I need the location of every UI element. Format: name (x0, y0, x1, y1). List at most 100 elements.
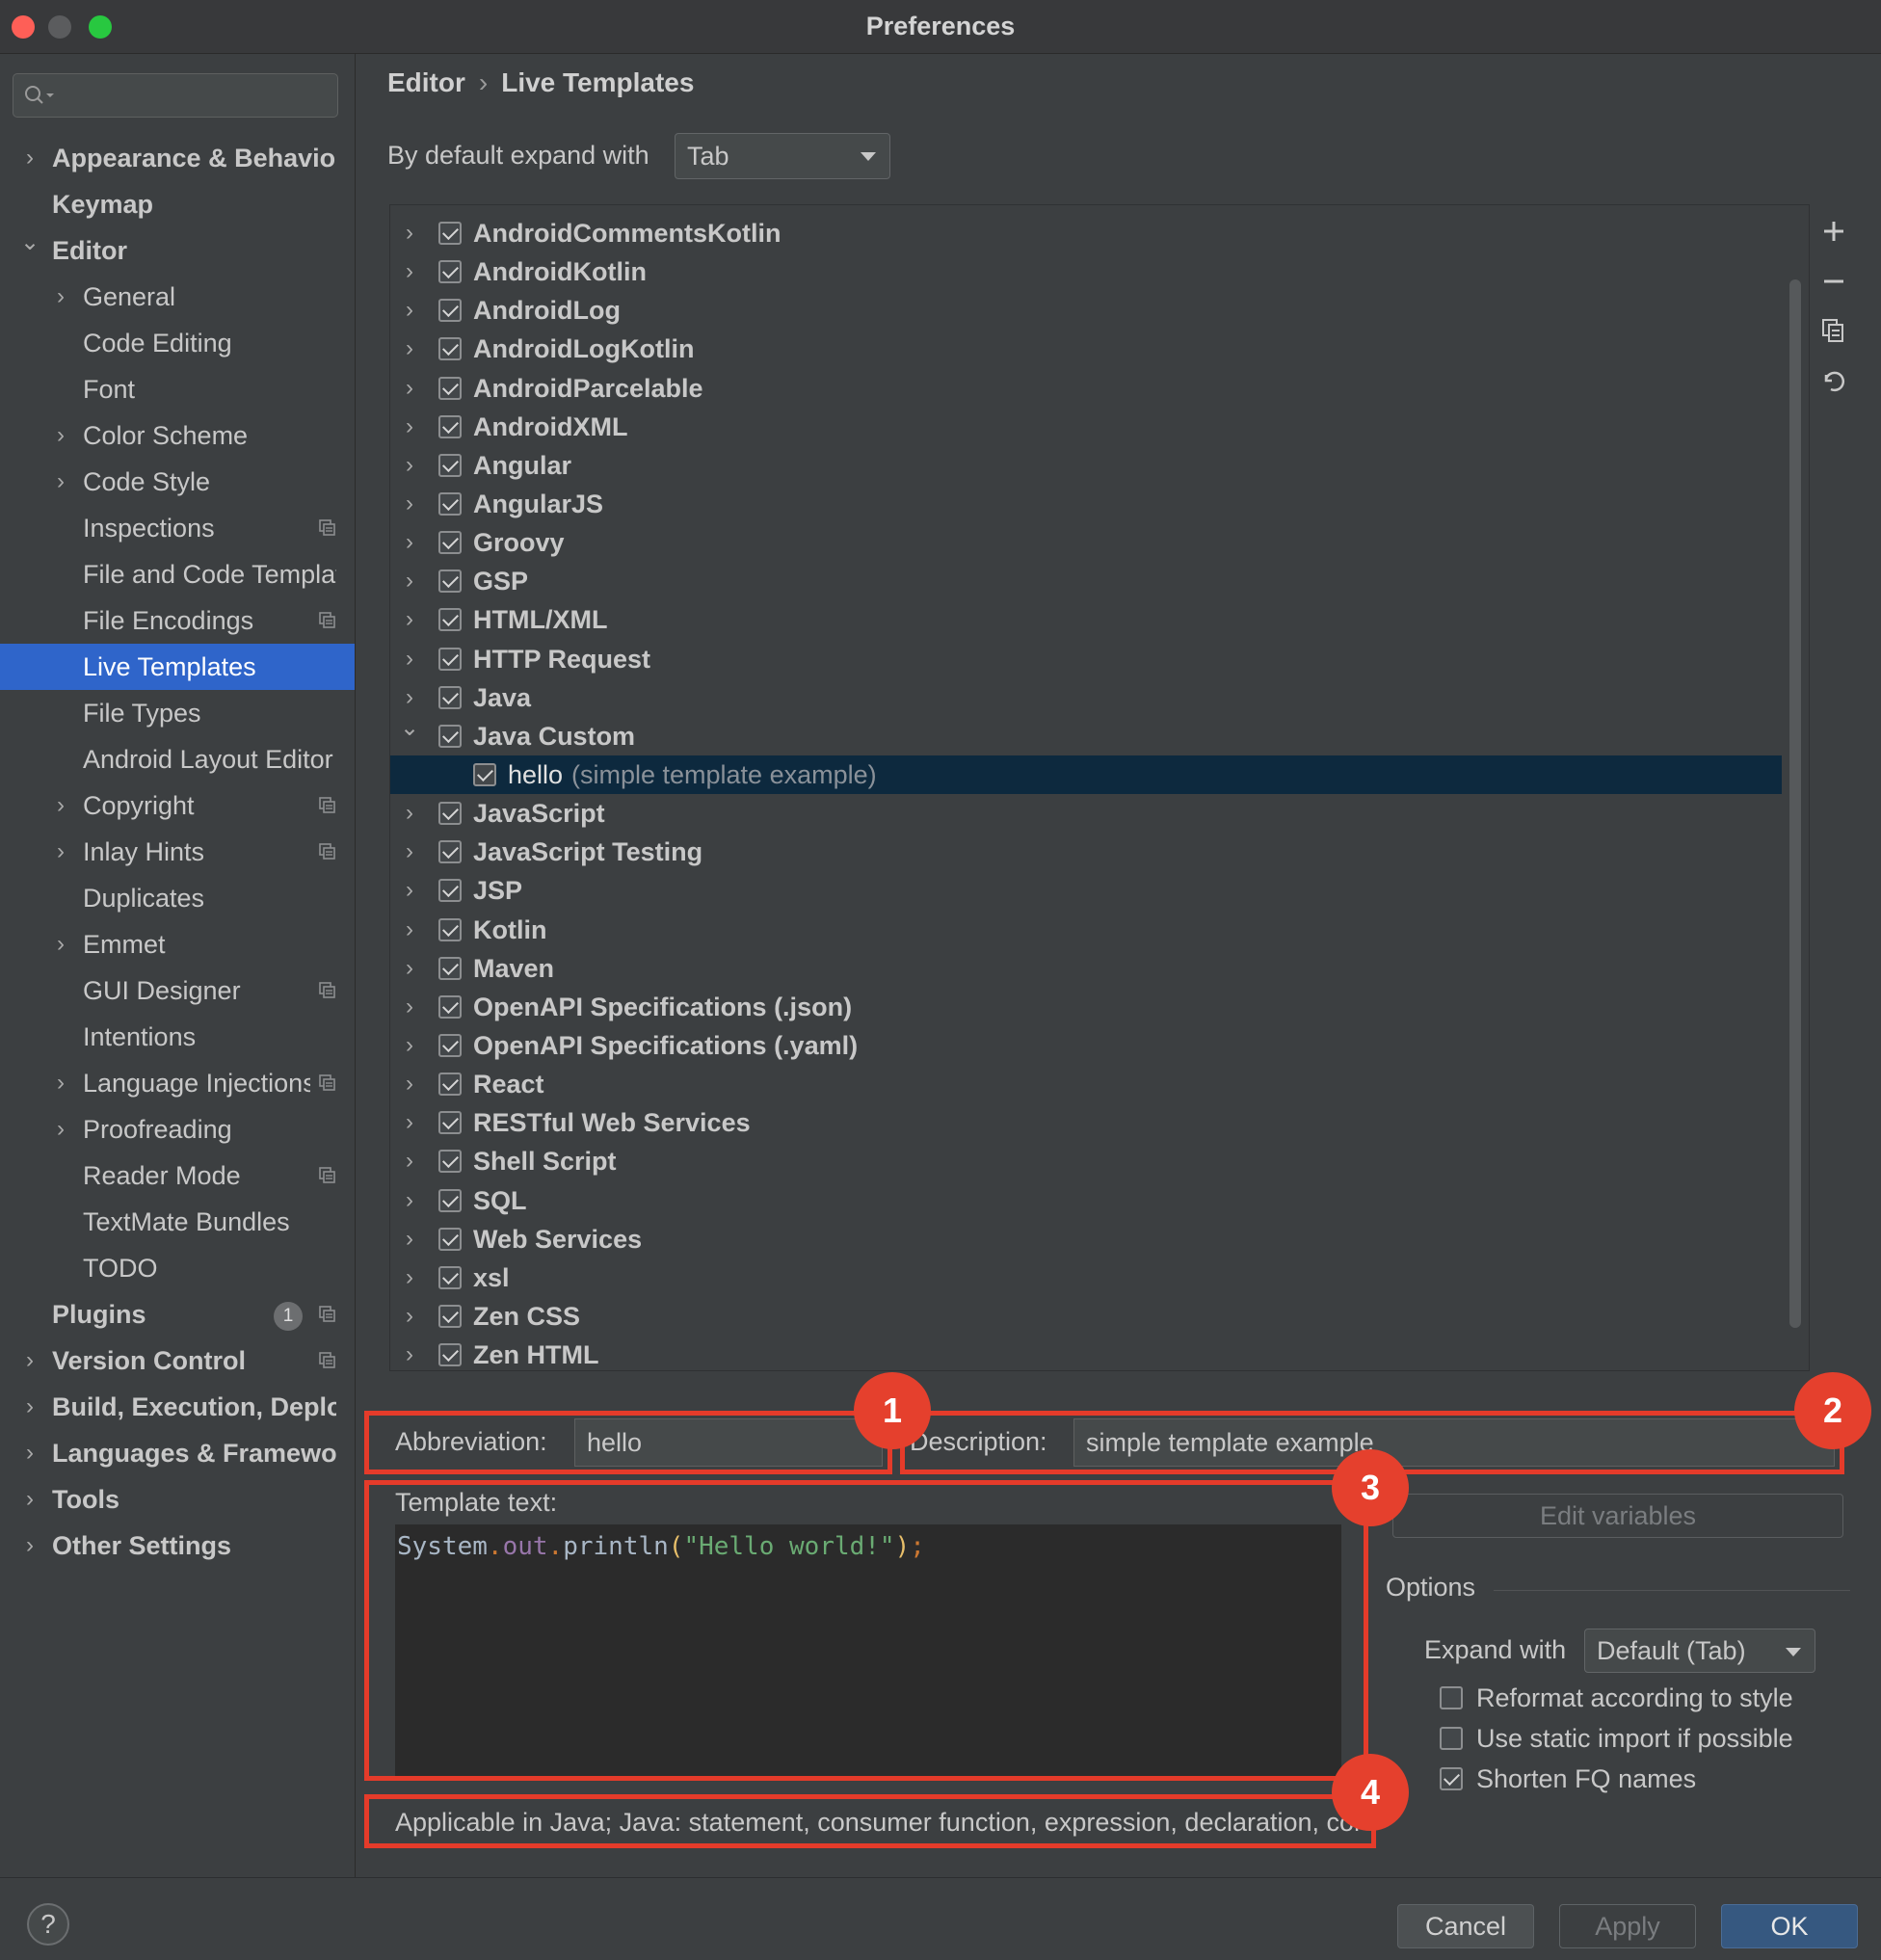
chevron-right-icon[interactable]: › (51, 829, 70, 875)
sidebar-item-build-execution-deployment[interactable]: › Build, Execution, Deployment (0, 1384, 355, 1430)
chevron-right-icon[interactable]: › (20, 1338, 40, 1384)
template-group-checkbox[interactable] (438, 994, 462, 1019)
sidebar-item-code-editing[interactable]: Code Editing (0, 320, 355, 366)
template-group-java[interactable]: › Java (390, 678, 1782, 717)
sidebar-item-other-settings[interactable]: › Other Settings (0, 1523, 355, 1569)
chevron-right-icon[interactable]: › (400, 252, 419, 291)
chevron-right-icon[interactable]: › (400, 1220, 419, 1258)
sidebar-item-code-style[interactable]: › Code Style (0, 459, 355, 505)
template-group-androidlogkotlin[interactable]: › AndroidLogKotlin (390, 330, 1782, 368)
cancel-button[interactable]: Cancel (1397, 1904, 1534, 1948)
template-group-maven[interactable]: › Maven (390, 949, 1782, 988)
template-group-checkbox[interactable] (438, 376, 462, 400)
chevron-right-icon[interactable]: › (400, 1258, 419, 1297)
chevron-right-icon[interactable]: › (400, 949, 419, 988)
sidebar-item-duplicates[interactable]: Duplicates (0, 875, 355, 921)
template-group-androidkotlin[interactable]: › AndroidKotlin (390, 252, 1782, 291)
template-group-checkbox[interactable] (438, 802, 462, 826)
chevron-right-icon[interactable]: › (51, 782, 70, 829)
sidebar-item-proofreading[interactable]: › Proofreading (0, 1106, 355, 1152)
sidebar-item-file-and-code-templates[interactable]: File and Code Templates (0, 551, 355, 597)
chevron-right-icon[interactable]: › (400, 446, 419, 485)
sidebar-item-android-layout-editor[interactable]: Android Layout Editor (0, 736, 355, 782)
template-group-checkbox[interactable] (438, 1111, 462, 1135)
expand-with-select[interactable]: Default (Tab) (1584, 1629, 1815, 1673)
sidebar-item-todo[interactable]: TODO (0, 1245, 355, 1291)
template-group-sql[interactable]: › SQL (390, 1181, 1782, 1220)
template-group-checkbox[interactable] (438, 1073, 462, 1097)
template-group-react[interactable]: › React (390, 1065, 1782, 1103)
settings-search-input[interactable] (13, 73, 338, 118)
template-group-javascript[interactable]: › JavaScript (390, 794, 1782, 833)
chevron-right-icon[interactable]: › (400, 1336, 419, 1374)
chevron-right-icon[interactable]: › (400, 1181, 419, 1220)
chevron-right-icon[interactable]: › (400, 291, 419, 330)
edit-variables-button[interactable]: Edit variables (1392, 1494, 1843, 1538)
chevron-right-icon[interactable]: › (400, 523, 419, 562)
template-group-java-custom[interactable]: ⌄ Java Custom (390, 715, 1782, 755)
chevron-right-icon[interactable]: › (400, 1065, 419, 1103)
sidebar-item-inspections[interactable]: Inspections (0, 505, 355, 551)
template-group-checkbox[interactable] (438, 1227, 462, 1251)
help-button[interactable]: ? (27, 1903, 69, 1946)
chevron-right-icon[interactable]: › (51, 1060, 70, 1106)
plus-icon[interactable] (1819, 217, 1848, 246)
chevron-right-icon[interactable]: › (51, 412, 70, 459)
ok-button[interactable]: OK (1721, 1904, 1858, 1948)
template-group-androidxml[interactable]: › AndroidXML (390, 408, 1782, 446)
chevron-right-icon[interactable]: › (20, 1430, 40, 1476)
template-group-checkbox[interactable] (438, 879, 462, 903)
sidebar-item-languages-frameworks[interactable]: › Languages & Frameworks (0, 1430, 355, 1476)
template-group-checkbox[interactable] (438, 414, 462, 438)
template-group-groovy[interactable]: › Groovy (390, 523, 1782, 562)
copy-icon[interactable] (1819, 316, 1848, 345)
chevron-right-icon[interactable]: › (400, 833, 419, 871)
template-group-http-request[interactable]: › HTTP Request (390, 640, 1782, 678)
template-item-checkbox[interactable] (473, 762, 496, 786)
chevron-right-icon[interactable]: › (400, 1103, 419, 1142)
template-group-androidlog[interactable]: › AndroidLog (390, 291, 1782, 330)
template-group-angular[interactable]: › Angular (390, 446, 1782, 485)
template-group-checkbox[interactable] (438, 1343, 462, 1367)
chevron-right-icon[interactable]: › (400, 794, 419, 833)
template-group-checkbox[interactable] (438, 222, 462, 245)
template-group-restful-web-services[interactable]: › RESTful Web Services (390, 1103, 1782, 1142)
undo-icon[interactable] (1819, 366, 1848, 395)
template-group-checkbox[interactable] (438, 1265, 462, 1289)
template-group-checkbox[interactable] (438, 491, 462, 516)
chevron-right-icon[interactable]: › (400, 562, 419, 600)
chevron-right-icon[interactable]: › (400, 1297, 419, 1336)
template-group-checkbox[interactable] (438, 840, 462, 864)
apply-button[interactable]: Apply (1559, 1904, 1696, 1948)
template-group-web-services[interactable]: › Web Services (390, 1220, 1782, 1258)
sidebar-item-font[interactable]: Font (0, 366, 355, 412)
option-checkbox[interactable] (1440, 1767, 1463, 1790)
chevron-right-icon[interactable]: › (400, 369, 419, 408)
template-group-checkbox[interactable] (438, 1304, 462, 1328)
chevron-right-icon[interactable]: › (20, 1523, 40, 1569)
template-group-jsp[interactable]: › JSP (390, 871, 1782, 910)
template-group-shell-script[interactable]: › Shell Script (390, 1142, 1782, 1180)
sidebar-item-tools[interactable]: › Tools (0, 1476, 355, 1523)
sidebar-item-plugins[interactable]: Plugins 1 (0, 1291, 355, 1338)
template-group-checkbox[interactable] (438, 1033, 462, 1057)
sidebar-item-version-control[interactable]: › Version Control (0, 1338, 355, 1384)
chevron-right-icon[interactable]: › (400, 214, 419, 252)
chevron-right-icon[interactable]: › (51, 274, 70, 320)
template-group-checkbox[interactable] (438, 685, 462, 709)
chevron-right-icon[interactable]: › (51, 921, 70, 967)
sidebar-item-editor[interactable]: ⌄ Editor (0, 227, 355, 274)
chevron-right-icon[interactable]: › (400, 1142, 419, 1180)
chevron-right-icon[interactable]: › (400, 1026, 419, 1065)
template-item-hello[interactable]: hello (simple template example) (390, 755, 1782, 794)
template-group-checkbox[interactable] (438, 724, 462, 748)
chevron-right-icon[interactable]: › (400, 871, 419, 910)
sidebar-item-general[interactable]: › General (0, 274, 355, 320)
chevron-right-icon[interactable]: › (400, 330, 419, 368)
chevron-right-icon[interactable]: › (20, 1384, 40, 1430)
sidebar-item-keymap[interactable]: Keymap (0, 181, 355, 227)
option-checkbox[interactable] (1440, 1686, 1463, 1709)
default-expand-select[interactable]: Tab (675, 133, 890, 179)
template-group-checkbox[interactable] (438, 299, 462, 323)
chevron-right-icon[interactable]: › (20, 135, 40, 181)
